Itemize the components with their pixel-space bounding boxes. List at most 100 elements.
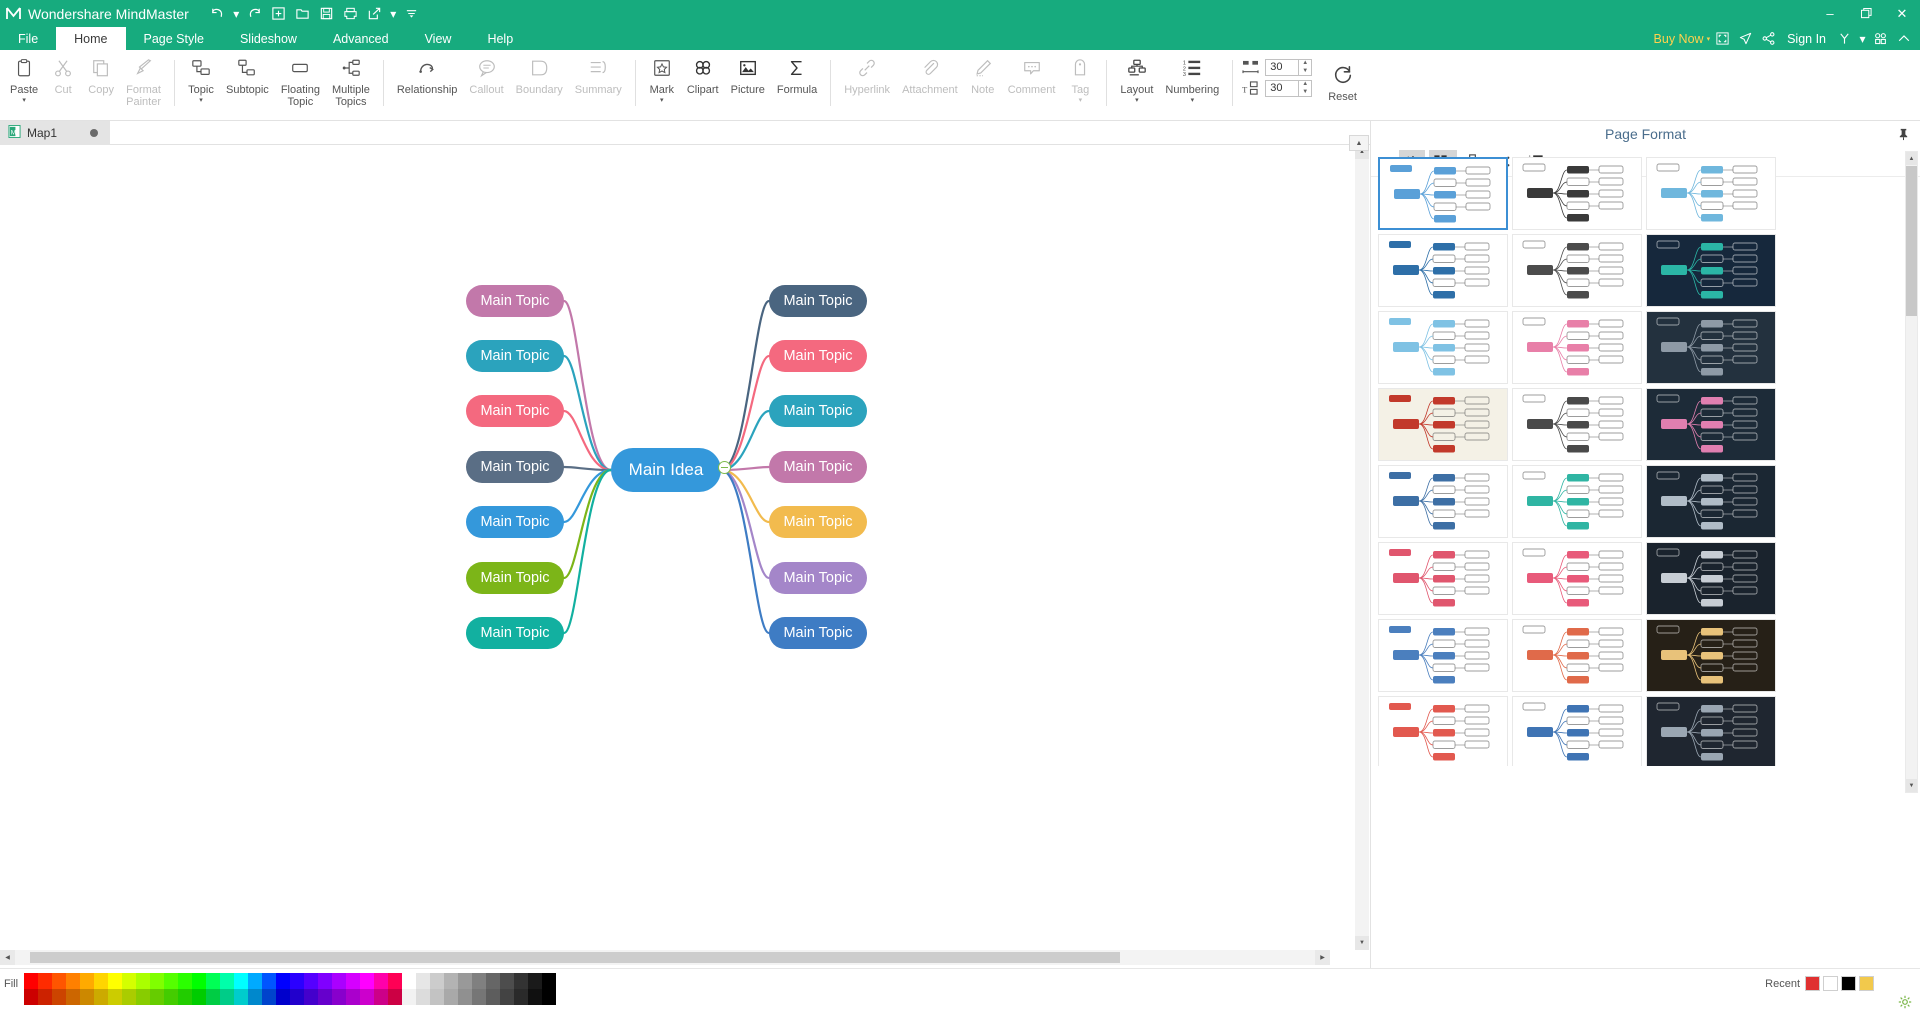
copy-button[interactable]: Copy [82, 50, 120, 116]
attachment-button[interactable]: Attachment [896, 50, 964, 116]
panel-vertical-scrollbar[interactable]: ▲ ▼ [1905, 151, 1918, 793]
palette-swatch[interactable] [374, 973, 388, 989]
restore-button[interactable] [1848, 0, 1884, 27]
palette-swatch[interactable] [52, 973, 66, 989]
branch-spacing-stepper[interactable]: ▲ ▼ [1299, 79, 1313, 97]
color-palette[interactable] [24, 973, 556, 1005]
relationship-button[interactable]: Relationship [391, 50, 464, 116]
collapse-ribbon-icon[interactable] [1893, 28, 1914, 49]
palette-swatch[interactable] [276, 973, 290, 989]
palette-swatch[interactable] [136, 973, 150, 989]
branch-spacing-input[interactable]: 30 [1265, 79, 1300, 97]
palette-swatch[interactable] [206, 973, 220, 989]
palette-swatch[interactable] [486, 973, 500, 989]
share-icon[interactable] [1758, 28, 1779, 49]
theme-thumbnail-2[interactable] [1512, 157, 1642, 230]
palette-swatch[interactable] [542, 973, 556, 989]
tag-caret-icon[interactable]: ▾ [1079, 97, 1083, 105]
mark-caret-icon[interactable]: ▾ [660, 97, 664, 105]
palette-swatch[interactable] [374, 989, 388, 1005]
palette-swatch[interactable] [444, 989, 458, 1005]
theme-thumbnail-8[interactable] [1512, 311, 1642, 384]
palette-swatch[interactable] [206, 989, 220, 1005]
theme-thumbnail-19[interactable] [1378, 619, 1508, 692]
undo-icon[interactable] [207, 3, 229, 25]
palette-swatch[interactable] [542, 989, 556, 1005]
theme-thumbnail-14[interactable] [1512, 465, 1642, 538]
palette-swatch[interactable] [276, 989, 290, 1005]
floating-topic-button[interactable]: Floating Topic [275, 50, 326, 116]
theme-thumbnail-16[interactable] [1378, 542, 1508, 615]
panel-scroll-up-button[interactable]: ▲ [1906, 152, 1917, 165]
mindmap-right-node-6[interactable]: Main Topic [769, 562, 867, 594]
palette-swatch[interactable] [80, 989, 94, 1005]
palette-swatch[interactable] [458, 973, 472, 989]
sibling-spacing-input[interactable]: 30 [1265, 58, 1300, 76]
palette-swatch[interactable] [402, 989, 416, 1005]
formula-button[interactable]: Formula [771, 50, 823, 116]
sign-in-button[interactable]: Sign In [1781, 32, 1832, 46]
apps-grid-icon[interactable] [1870, 28, 1891, 49]
theme-thumbnail-7[interactable] [1378, 311, 1508, 384]
comment-button[interactable]: Comment [1002, 50, 1062, 116]
mindmap-left-node-5[interactable]: Main Topic [466, 506, 564, 538]
doc-tab-map1[interactable]: M Map1 [0, 121, 110, 145]
palette-swatch[interactable] [192, 973, 206, 989]
palette-swatch[interactable] [444, 973, 458, 989]
palette-swatch[interactable] [458, 989, 472, 1005]
palette-swatch[interactable] [80, 973, 94, 989]
horizontal-scrollbar[interactable]: ◀ ▶ [0, 950, 1330, 965]
theme-thumbnail-6[interactable] [1646, 234, 1776, 307]
undo-dropdown-caret[interactable]: ▾ [231, 3, 242, 25]
palette-swatch[interactable] [234, 989, 248, 1005]
tab-view[interactable]: View [407, 27, 470, 50]
palette-swatch[interactable] [262, 973, 276, 989]
numbering-button[interactable]: 123 Numbering ▾ [1159, 50, 1225, 116]
palette-swatch[interactable] [136, 989, 150, 1005]
export-icon[interactable] [364, 3, 386, 25]
palette-swatch[interactable] [122, 973, 136, 989]
palette-swatch[interactable] [248, 973, 262, 989]
palette-swatch[interactable] [514, 973, 528, 989]
summary-button[interactable]: Summary [569, 50, 628, 116]
theme-thumbnail-21[interactable] [1646, 619, 1776, 692]
palette-swatch[interactable] [220, 989, 234, 1005]
panel-scroll-down-button[interactable]: ▼ [1906, 779, 1917, 792]
mindmap-right-node-7[interactable]: Main Topic [769, 617, 867, 649]
mindmap-left-node-7[interactable]: Main Topic [466, 617, 564, 649]
palette-swatch[interactable] [150, 973, 164, 989]
palette-swatch[interactable] [192, 989, 206, 1005]
palette-swatch[interactable] [430, 973, 444, 989]
palette-swatch[interactable] [514, 989, 528, 1005]
mark-button[interactable]: Mark ▾ [643, 50, 681, 116]
theme-thumbnail-3[interactable] [1646, 157, 1776, 230]
sibling-spacing-stepper[interactable]: ▲ ▼ [1299, 58, 1313, 76]
collapse-panel-arrow-icon[interactable]: ▲ [1349, 135, 1369, 151]
palette-swatch[interactable] [108, 989, 122, 1005]
palette-swatch[interactable] [66, 973, 80, 989]
theme-thumbnail-1[interactable] [1378, 157, 1508, 230]
tag-button[interactable]: Tag ▾ [1061, 50, 1099, 116]
topic-button[interactable]: Topic ▾ [182, 50, 220, 116]
palette-swatch[interactable] [500, 973, 514, 989]
branch-icon[interactable] [1834, 28, 1855, 49]
printer-icon[interactable] [340, 3, 362, 25]
tab-file[interactable]: File [0, 27, 56, 50]
canvas-scroll-down-button[interactable]: ▼ [1355, 936, 1369, 950]
mindmap-right-node-4[interactable]: Main Topic [769, 451, 867, 483]
pin-icon[interactable] [1894, 125, 1912, 143]
recent-color-swatch-3[interactable] [1841, 976, 1856, 991]
theme-thumbnail-4[interactable] [1378, 234, 1508, 307]
tab-slideshow[interactable]: Slideshow [222, 27, 315, 50]
theme-thumbnail-13[interactable] [1378, 465, 1508, 538]
save-disk-icon[interactable] [316, 3, 338, 25]
palette-swatch[interactable] [416, 973, 430, 989]
tab-help[interactable]: Help [469, 27, 531, 50]
callout-button[interactable]: Callout [463, 50, 509, 116]
palette-swatch[interactable] [304, 989, 318, 1005]
palette-swatch[interactable] [472, 989, 486, 1005]
palette-swatch[interactable] [416, 989, 430, 1005]
send-icon[interactable] [1735, 28, 1756, 49]
palette-swatch[interactable] [528, 989, 542, 1005]
theme-thumbnail-12[interactable] [1646, 388, 1776, 461]
